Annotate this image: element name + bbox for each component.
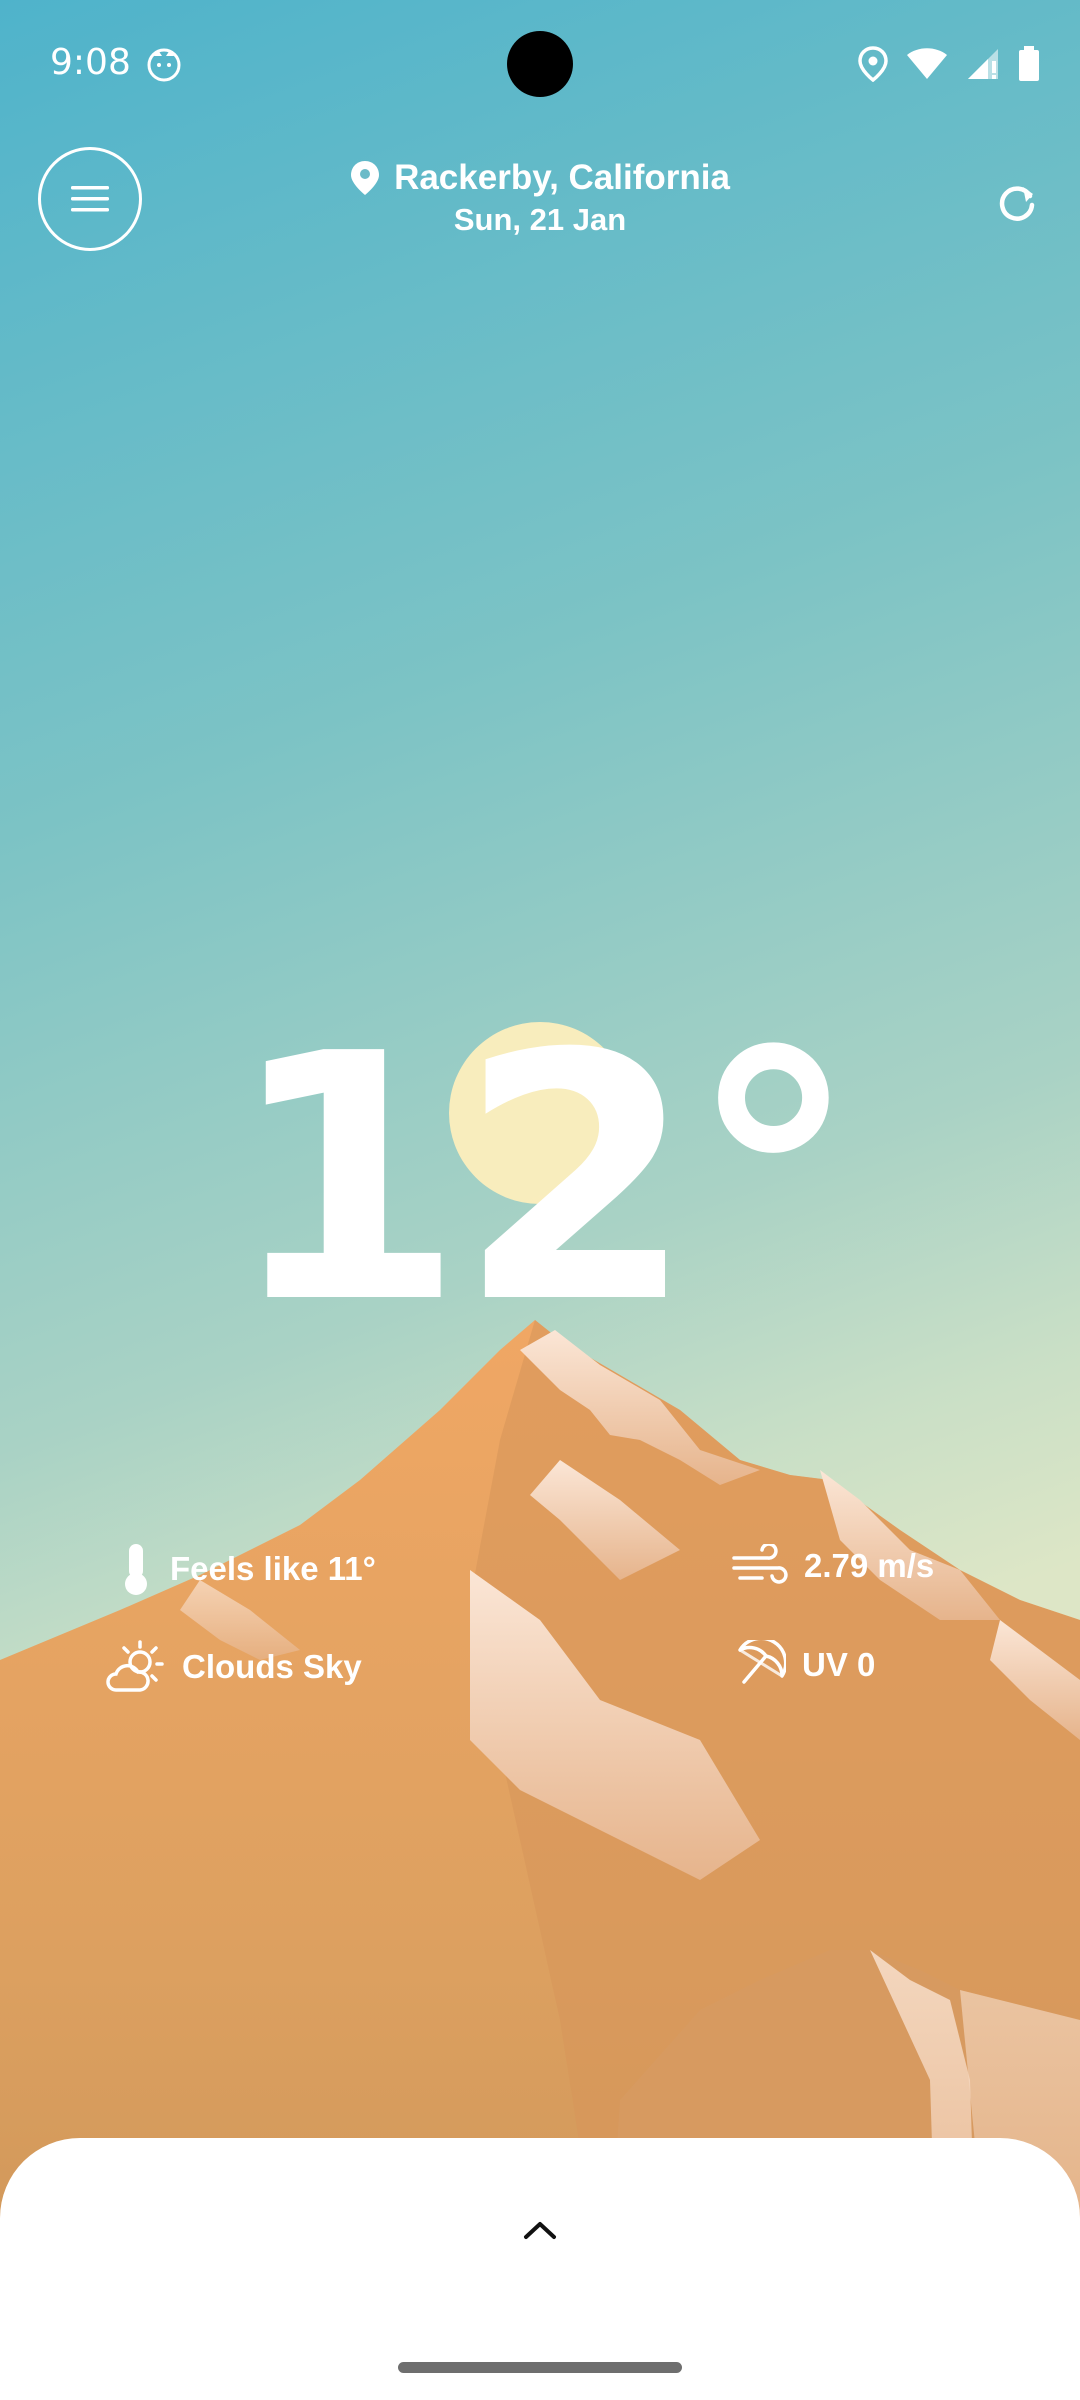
location-pin-icon	[351, 161, 380, 195]
cat-app-icon	[147, 48, 181, 82]
wifi-icon	[907, 48, 947, 79]
condition-info: Clouds Sky	[106, 1640, 362, 1694]
location-header[interactable]: Rackerby, California Sun, 21 Jan	[290, 158, 790, 238]
chevron-up-icon	[524, 2222, 556, 2239]
wind-icon	[732, 1544, 788, 1584]
location-icon	[858, 46, 888, 82]
umbrella-icon	[738, 1640, 786, 1684]
thermometer-icon	[125, 1544, 147, 1595]
wind-info: 2.79 m/s	[732, 1544, 934, 1588]
camera-cutout	[507, 31, 573, 97]
menu-icon	[71, 186, 109, 212]
temperature-readout: 12°	[227, 982, 858, 1378]
feels-like-text: Feels like 11°	[170, 1550, 376, 1587]
menu-button[interactable]	[38, 147, 142, 251]
wind-speed-text: 2.79 m/s	[804, 1547, 935, 1584]
weather-screen: 9:08 Rackerby, California Sun, 21 Jan 12…	[0, 0, 1080, 2400]
partly-cloudy-icon	[106, 1640, 164, 1692]
gesture-navigation-bar[interactable]	[398, 2362, 682, 2373]
uv-text: UV 0	[802, 1646, 876, 1683]
condition-text: Clouds Sky	[182, 1648, 362, 1685]
signal-icon	[968, 49, 998, 79]
status-time: 9:08	[50, 42, 131, 83]
location-name: Rackerby, California	[394, 158, 730, 197]
uv-info: UV 0	[736, 1640, 875, 1690]
feels-like-info: Feels like 11°	[118, 1542, 376, 1596]
refresh-icon[interactable]	[992, 178, 1042, 228]
battery-icon	[1019, 46, 1039, 81]
expand-sheet-button[interactable]	[510, 2205, 570, 2255]
status-icons	[858, 44, 1040, 84]
current-date: Sun, 21 Jan	[453, 202, 627, 237]
status-bar: 9:08	[0, 0, 1080, 130]
bottom-sheet[interactable]	[0, 2138, 1080, 2400]
